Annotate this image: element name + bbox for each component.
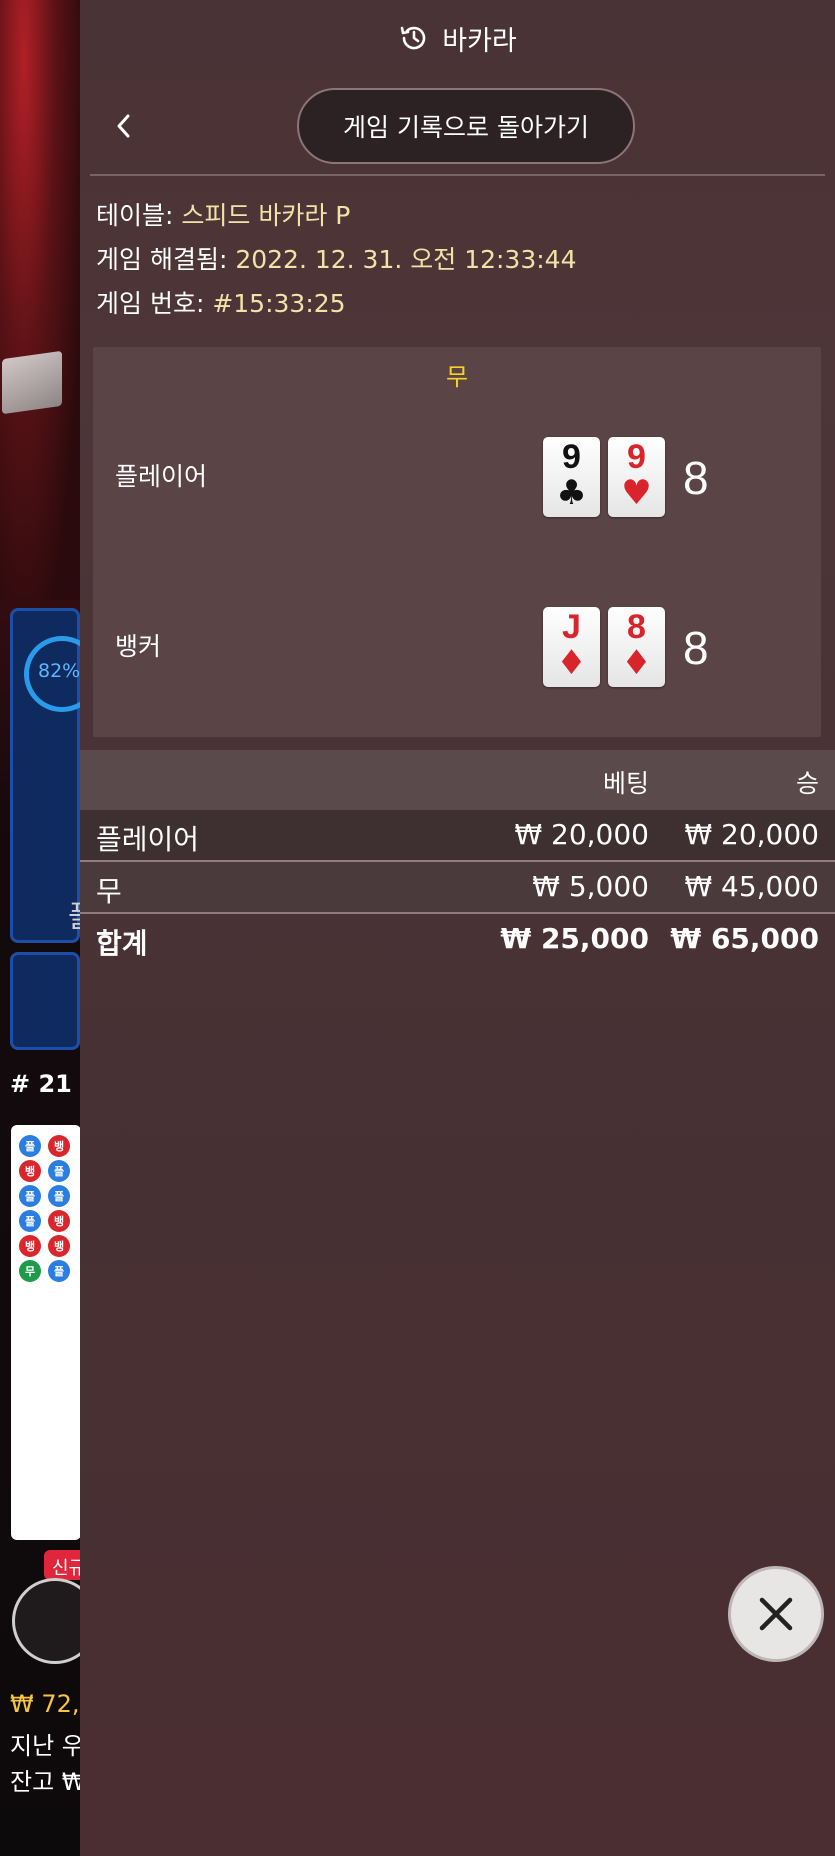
- player-cards: 9 ♣ 9 ♥: [543, 437, 665, 517]
- road-dot: 뱅: [48, 1235, 70, 1257]
- banker-label: 뱅커: [115, 632, 162, 661]
- total-bet: ₩ 25,000: [500, 922, 649, 955]
- playing-card: J ♦: [543, 607, 600, 687]
- close-button[interactable]: [728, 1566, 824, 1662]
- bet-amount: ₩ 5,000: [532, 870, 649, 903]
- bet-name: 플레이어: [96, 823, 200, 856]
- win-amount: ₩ 20,000: [684, 818, 819, 851]
- road-dot: 뱅: [19, 1235, 41, 1257]
- player-label: 플레이어: [115, 462, 208, 491]
- player-hand: 플레이어 9 ♣ 9 ♥ 8: [93, 437, 821, 527]
- resolved-label: 게임 해결됨:: [96, 245, 228, 274]
- total-win: ₩ 65,000: [670, 922, 819, 955]
- game-info: 테이블: 스피드 바카라 P 게임 해결됨: 2022. 12. 31. 오전 …: [80, 176, 835, 326]
- bet-table: 베팅 승 플레이어 ₩ 20,000 ₩ 20,000 무 ₩ 5,000 ₩ …: [80, 750, 835, 966]
- card-rank: 8: [627, 608, 646, 646]
- balance-label: 잔고 ₩: [10, 1768, 86, 1796]
- roadmap: 플뱅뱅플플플플뱅뱅뱅무플: [11, 1125, 81, 1540]
- panel-header: 바카라: [80, 0, 835, 76]
- card-suit-icon: ♥: [621, 473, 652, 513]
- outcome-label: 무: [445, 363, 469, 391]
- table-value: 스피드 바카라 P: [181, 201, 351, 230]
- bet-panel-secondary[interactable]: [10, 952, 80, 1050]
- card-suit-icon: ♦: [556, 643, 587, 683]
- card-suit-icon: ♦: [621, 643, 652, 683]
- history-icon: [400, 26, 426, 50]
- bet-table-header: 베팅 승: [80, 750, 835, 810]
- playing-card: 9 ♥: [608, 437, 665, 517]
- result-box: 무 플레이어 9 ♣ 9 ♥ 8 뱅커 J ♦ 8 ♦ 8: [93, 347, 821, 737]
- road-dot: 무: [19, 1260, 41, 1282]
- table-info: 테이블: 스피드 바카라 P: [96, 194, 819, 238]
- road-dot: 플: [19, 1185, 41, 1207]
- playing-card: 8 ♦: [608, 607, 665, 687]
- bet-name: 무: [96, 875, 122, 908]
- win-column-header: 승: [795, 769, 819, 798]
- game-history-panel: 바카라 게임 기록으로 돌아가기 테이블: 스피드 바카라 P 게임 해결됨: …: [80, 0, 835, 1856]
- card-shoe: [2, 350, 62, 415]
- game-number-info: 게임 번호: #15:33:25: [96, 282, 819, 326]
- round-number: # 21: [10, 1070, 72, 1098]
- game-number-value: #15:33:25: [212, 289, 346, 318]
- bet-progress-text: 82%: [38, 660, 81, 682]
- road-dot: 플: [48, 1160, 70, 1182]
- card-rank: 9: [562, 438, 581, 476]
- road-dot: 뱅: [48, 1135, 70, 1157]
- road-dot: 플: [19, 1135, 41, 1157]
- panel-title: 바카라: [442, 25, 517, 57]
- bet-column-header: 베팅: [602, 769, 649, 798]
- card-suit-icon: ♣: [556, 473, 587, 513]
- banker-hand: 뱅커 J ♦ 8 ♦ 8: [93, 607, 821, 697]
- table-row: 무 ₩ 5,000 ₩ 45,000: [80, 862, 835, 914]
- back-button[interactable]: [102, 104, 146, 148]
- card-rank: J: [562, 608, 581, 646]
- back-to-history-button[interactable]: 게임 기록으로 돌아가기: [297, 88, 635, 164]
- win-amount: ₩ 45,000: [684, 870, 819, 903]
- total-bet-amount: ₩ 72,: [10, 1690, 80, 1718]
- road-dot: 플: [48, 1260, 70, 1282]
- player-score: 8: [683, 452, 709, 504]
- road-dot: 플: [19, 1210, 41, 1232]
- chevron-left-icon: [117, 114, 130, 138]
- road-dot: 뱅: [19, 1160, 41, 1182]
- road-dot: 플: [48, 1185, 70, 1207]
- last-win-label: 지난 우: [10, 1732, 84, 1760]
- game-number-label: 게임 번호:: [96, 289, 205, 318]
- playing-card: 9 ♣: [543, 437, 600, 517]
- table-label: 테이블:: [96, 201, 174, 230]
- card-rank: 9: [627, 438, 646, 476]
- nav-row: 게임 기록으로 돌아가기: [90, 76, 825, 176]
- resolved-info: 게임 해결됨: 2022. 12. 31. 오전 12:33:44: [96, 238, 819, 282]
- table-row: 플레이어 ₩ 20,000 ₩ 20,000: [80, 810, 835, 862]
- total-row: 합계 ₩ 25,000 ₩ 65,000: [80, 914, 835, 966]
- resolved-value: 2022. 12. 31. 오전 12:33:44: [235, 245, 577, 274]
- total-label: 합계: [96, 927, 148, 960]
- close-icon: [759, 1597, 793, 1631]
- bead-road: 플뱅뱅플플플플뱅뱅뱅무플: [19, 1135, 74, 1282]
- dealer-video: [0, 0, 80, 600]
- banker-score: 8: [683, 622, 709, 674]
- banker-cards: J ♦ 8 ♦: [543, 607, 665, 687]
- bet-amount: ₩ 20,000: [514, 818, 649, 851]
- road-dot: 뱅: [48, 1210, 70, 1232]
